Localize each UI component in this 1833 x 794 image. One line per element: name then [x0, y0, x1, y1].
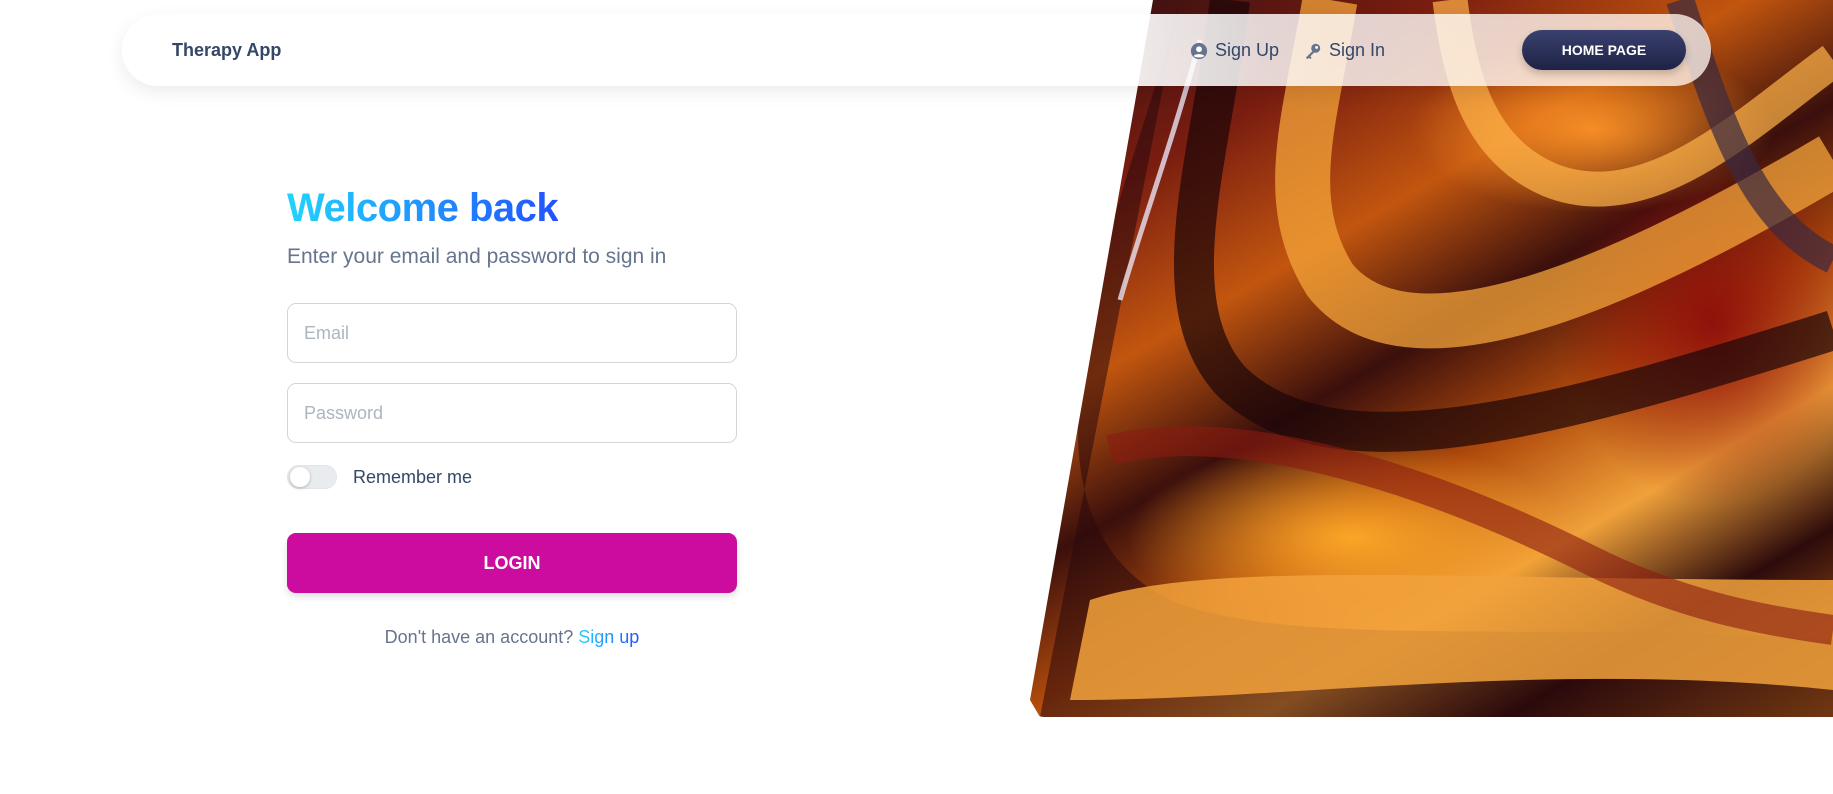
nav-sign-up-label: Sign Up — [1215, 40, 1280, 60]
key-icon — [1305, 43, 1321, 59]
remember-me-row: Remember me — [287, 465, 737, 489]
nav-sign-in-link[interactable]: Sign In — [1304, 40, 1385, 61]
sign-in-form: Welcome back Enter your email and passwo… — [287, 186, 737, 648]
signup-prompt-text: Don't have an account? — [384, 627, 574, 647]
email-input[interactable] — [287, 303, 737, 363]
home-page-button[interactable]: HOME PAGE — [1522, 30, 1686, 70]
hero-background-image — [1030, 0, 1833, 717]
signup-prompt: Don't have an account? Sign up — [287, 627, 737, 648]
page-subtitle: Enter your email and password to sign in — [287, 245, 667, 268]
nav-sign-in-label: Sign In — [1329, 40, 1386, 60]
nav-sign-up-link[interactable]: Sign Up — [1190, 40, 1279, 61]
brand-name[interactable]: Therapy App — [172, 40, 281, 61]
remember-me-toggle[interactable] — [287, 465, 337, 489]
login-button[interactable]: LOGIN — [287, 533, 737, 593]
page-title: Welcome back — [287, 186, 559, 230]
sign-up-link[interactable]: Sign up — [578, 627, 639, 647]
top-navbar: Therapy App Sign Up Sign In HOME PAGE — [122, 14, 1711, 86]
remember-me-label[interactable]: Remember me — [353, 467, 472, 488]
abstract-waves-art — [1040, 0, 1833, 717]
password-input[interactable] — [287, 383, 737, 443]
toggle-knob — [290, 467, 310, 487]
user-circle-icon — [1190, 42, 1208, 59]
